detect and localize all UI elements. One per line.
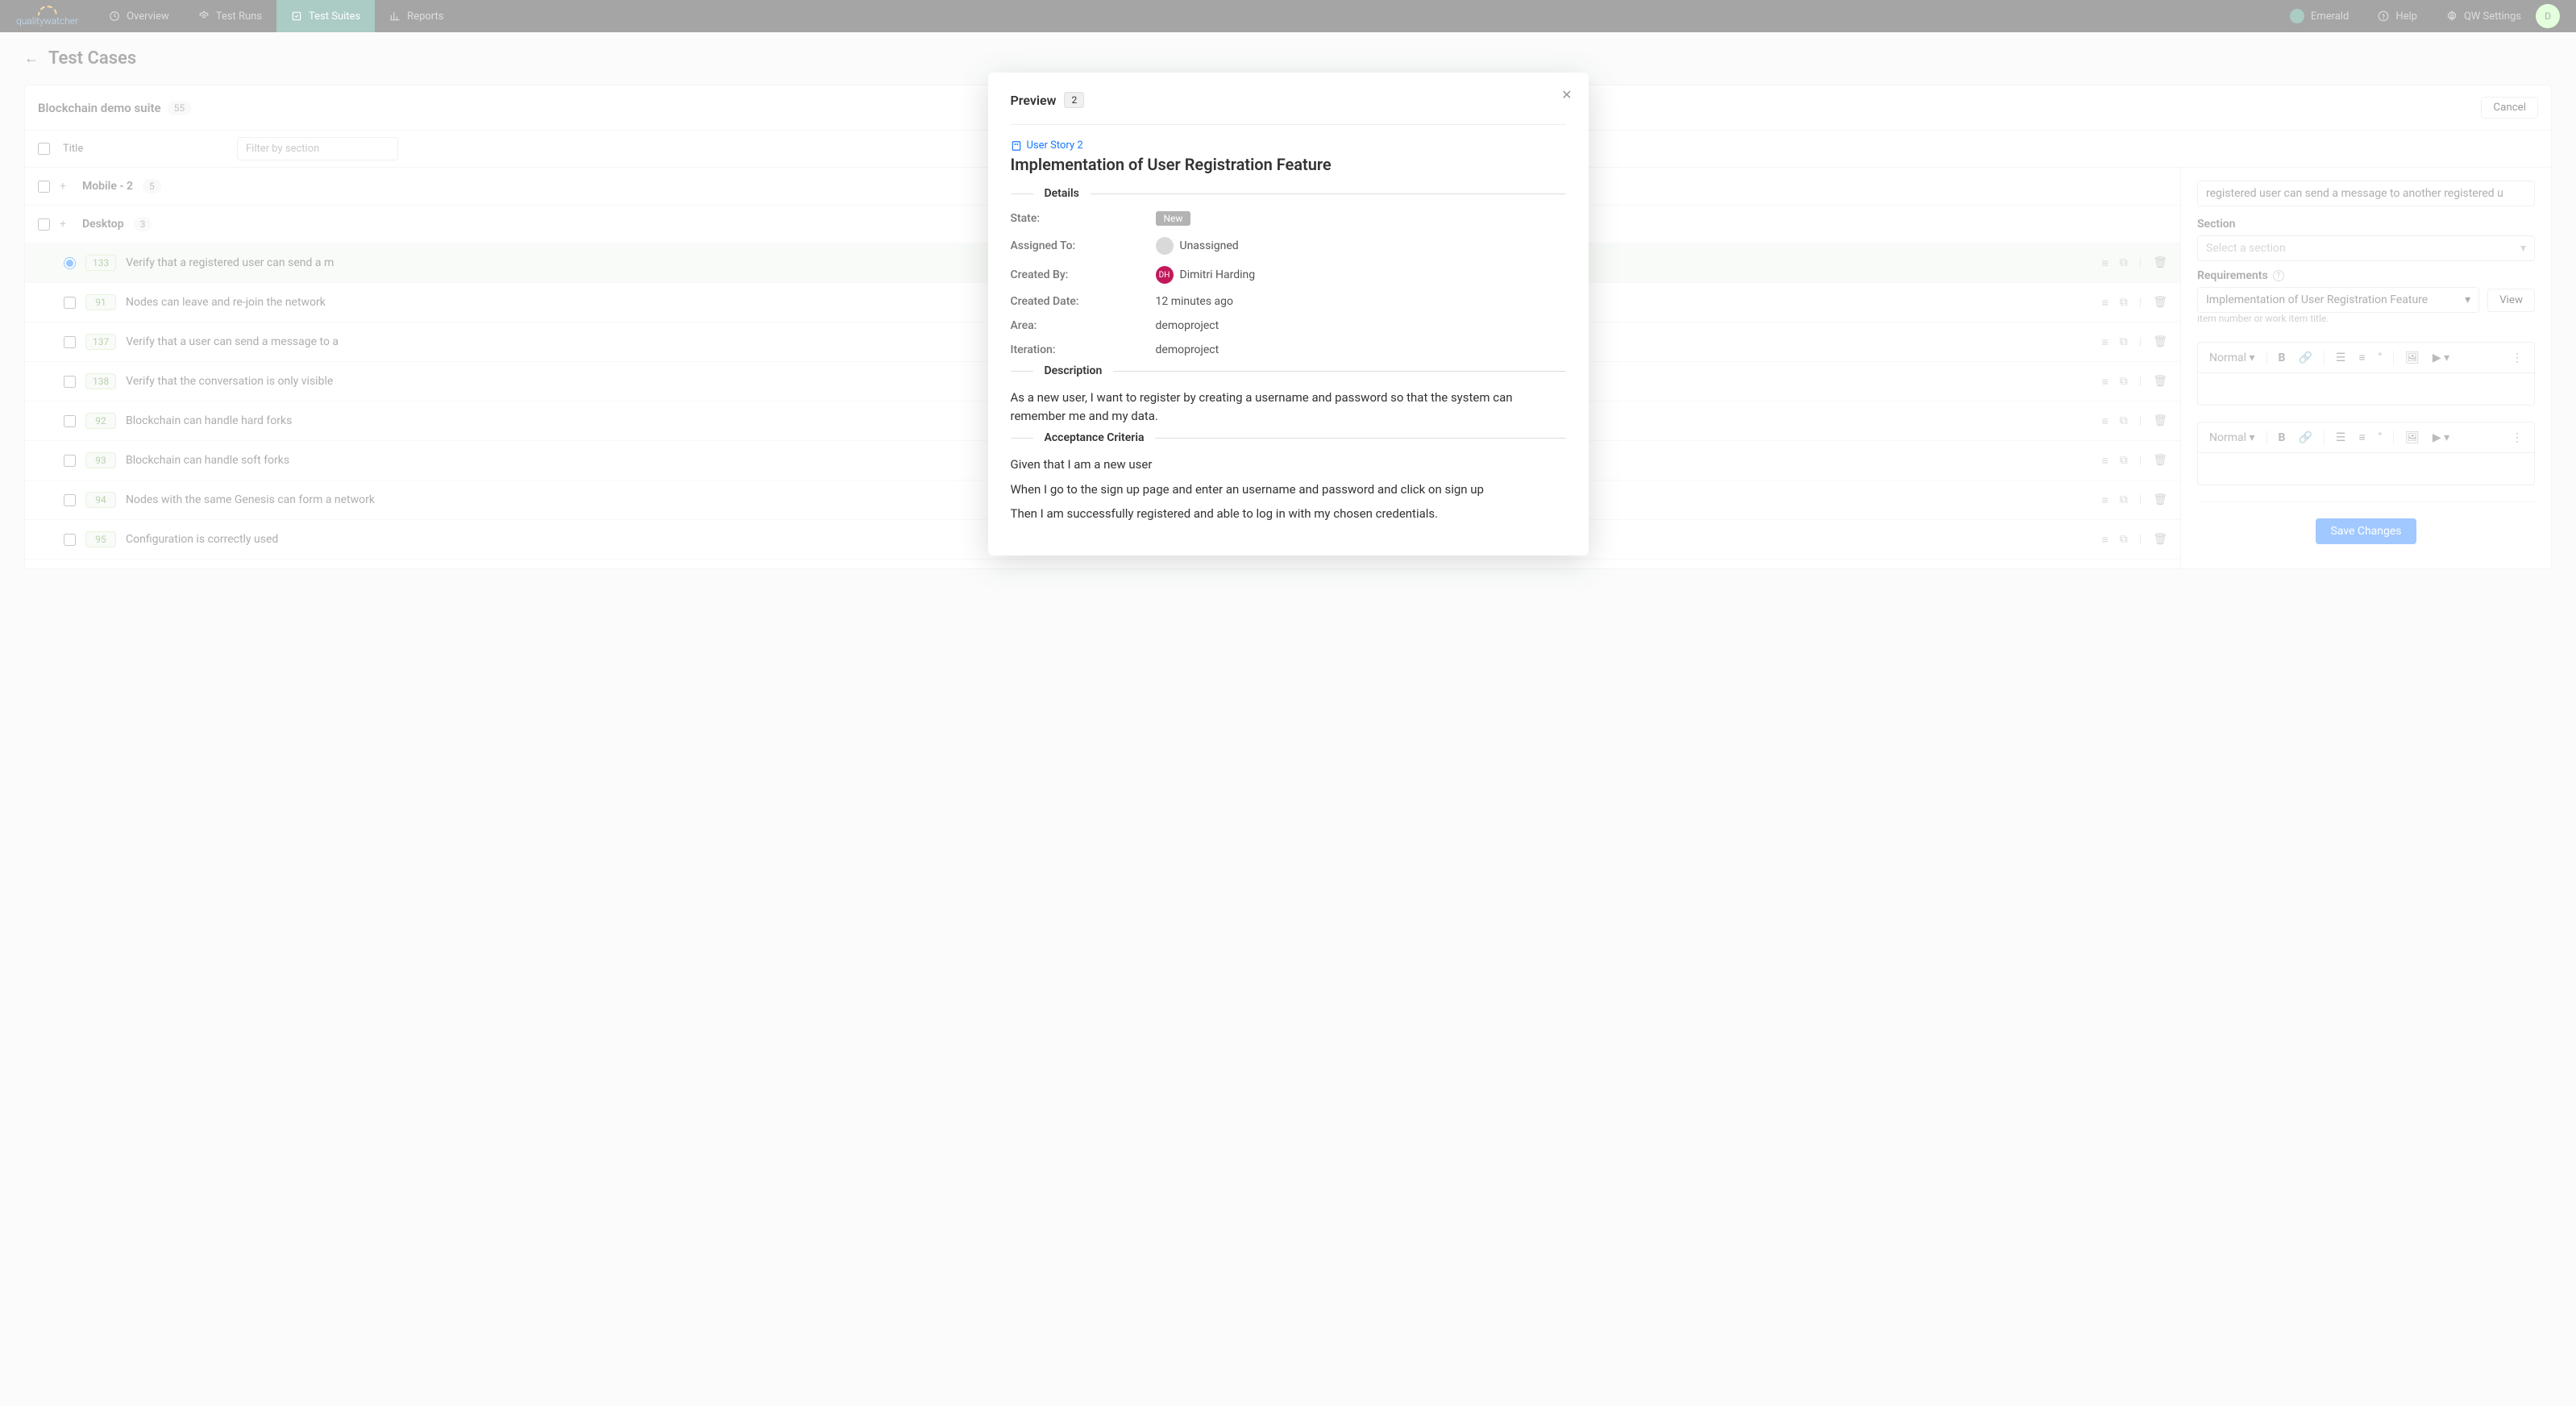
ac-section-label: Acceptance Criteria xyxy=(1045,431,1145,444)
ac-line-3: Then I am successfully registered and ab… xyxy=(1011,505,1566,523)
created-by-key: Created By: xyxy=(1011,268,1156,281)
area-key: Area: xyxy=(1011,319,1156,332)
preview-count-badge: 2 xyxy=(1064,92,1084,108)
iteration-value: demoproject xyxy=(1156,343,1566,356)
created-date-value: 12 minutes ago xyxy=(1156,295,1566,308)
assigned-value: Unassigned xyxy=(1180,239,1239,252)
story-icon xyxy=(1011,140,1022,152)
ac-line-2: When I go to the sign up page and enter … xyxy=(1011,480,1566,499)
created-date-key: Created Date: xyxy=(1011,295,1156,308)
state-badge: New xyxy=(1156,211,1191,226)
creator-avatar: DH xyxy=(1156,266,1174,284)
modal-backdrop[interactable]: ✕ Preview 2 User Story 2 Implementation … xyxy=(0,0,2576,1406)
close-icon[interactable]: ✕ xyxy=(1561,87,1572,102)
user-story-link[interactable]: User Story 2 xyxy=(1011,139,1566,152)
iteration-key: Iteration: xyxy=(1011,343,1156,356)
assigned-key: Assigned To: xyxy=(1011,239,1156,252)
unassigned-avatar-icon xyxy=(1156,237,1174,255)
state-key: State: xyxy=(1011,212,1156,225)
preview-modal: ✕ Preview 2 User Story 2 Implementation … xyxy=(988,73,1589,555)
ac-line-1: Given that I am a new user xyxy=(1011,455,1566,474)
details-section-label: Details xyxy=(1045,187,1079,200)
description-text: As a new user, I want to register by cre… xyxy=(1011,389,1566,425)
area-value: demoproject xyxy=(1156,319,1566,332)
created-by-value: Dimitri Harding xyxy=(1180,268,1256,281)
modal-title: Preview xyxy=(1011,93,1057,108)
description-section-label: Description xyxy=(1045,364,1103,377)
story-title: Implementation of User Registration Feat… xyxy=(1011,155,1566,174)
